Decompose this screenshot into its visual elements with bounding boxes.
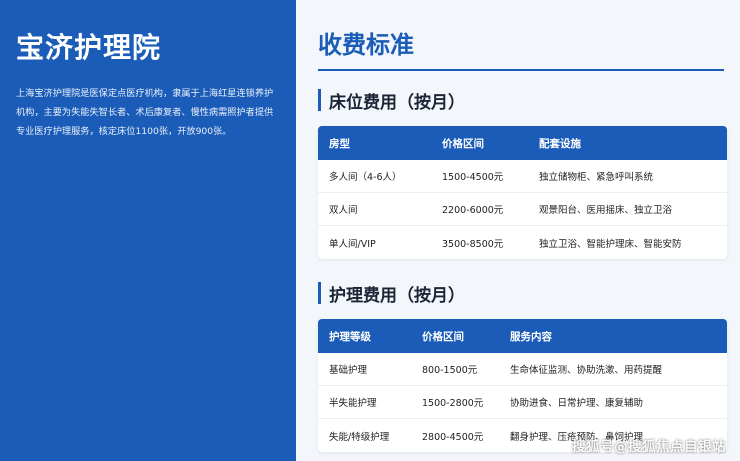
section-accent-bar — [318, 282, 321, 304]
table-cell: 独立储物柜、紧急呼叫系统 — [539, 172, 654, 183]
hospital-name: 宝济护理院 — [16, 31, 162, 64]
table-row: 半失能护理 1500-2800元 协助进食、日常护理、康复辅助 — [318, 386, 727, 419]
column-header: 价格区间 — [422, 330, 464, 343]
care-fee-heading: 护理费用（按月） — [318, 281, 727, 306]
table-cell: 多人间（4-6人） — [329, 172, 402, 183]
table-cell: 800-1500元 — [422, 365, 478, 376]
table-cell: 2200-6000元 — [442, 205, 504, 216]
table-header: 护理等级 价格区间 服务内容 — [318, 319, 727, 353]
bed-fee-title: 床位费用（按月） — [329, 92, 465, 113]
table-cell: 协助进食、日常护理、康复辅助 — [510, 398, 644, 409]
table-row: 多人间（4-6人） 1500-4500元 独立储物柜、紧急呼叫系统 — [318, 160, 727, 193]
column-header: 护理等级 — [329, 330, 371, 343]
table-cell: 2800-4500元 — [422, 431, 484, 443]
table-cell: 生命体征监测、协助洗漱、用药提醒 — [510, 365, 663, 376]
watermark: 搜狐号@搜狐焦点自银站 — [572, 439, 726, 455]
title-divider — [318, 69, 724, 71]
table-cell: 单人间/VIP — [329, 238, 376, 250]
page-title: 收费标准 — [318, 31, 414, 59]
section-accent-bar — [318, 89, 321, 111]
bed-fee-heading: 床位费用（按月） — [318, 88, 727, 113]
table-row: 基础护理 800-1500元 生命体征监测、协助洗漱、用药提醒 — [318, 353, 727, 386]
hospital-description: 上海宝济护理院是医保定点医疗机构，隶属于上海红星连锁养护机构，主要为失能失智长者… — [16, 88, 274, 137]
table-row: 双人间 2200-6000元 观景阳台、医用摇床、独立卫浴 — [318, 193, 727, 226]
table-cell: 双人间 — [329, 205, 358, 216]
table-cell: 半失能护理 — [329, 398, 377, 409]
main-content: 收费标准 床位费用（按月） 房型 价格区间 配套设施 多人间（4-6人） 150… — [296, 0, 740, 461]
table-cell: 3500-8500元 — [442, 238, 504, 250]
care-fee-table: 护理等级 价格区间 服务内容 基础护理 800-1500元 生命体征监测、协助洗… — [318, 319, 727, 452]
table-cell: 观景阳台、医用摇床、独立卫浴 — [539, 205, 673, 216]
table-cell: 1500-2800元 — [422, 398, 484, 409]
column-header: 配套设施 — [539, 137, 581, 150]
column-header: 服务内容 — [510, 330, 552, 343]
table-header: 房型 价格区间 配套设施 — [318, 126, 727, 160]
care-fee-title: 护理费用（按月） — [329, 285, 465, 306]
column-header: 房型 — [329, 137, 350, 150]
table-row: 单人间/VIP 3500-8500元 独立卫浴、智能护理床、智能安防 — [318, 226, 727, 259]
table-cell: 基础护理 — [329, 365, 368, 376]
table-cell: 独立卫浴、智能护理床、智能安防 — [539, 238, 682, 250]
sidebar: 宝济护理院 上海宝济护理院是医保定点医疗机构，隶属于上海红星连锁养护机构，主要为… — [0, 0, 296, 461]
table-cell: 失能/特级护理 — [329, 431, 390, 443]
column-header: 价格区间 — [442, 137, 484, 150]
table-cell: 1500-4500元 — [442, 172, 504, 183]
bed-fee-table: 房型 价格区间 配套设施 多人间（4-6人） 1500-4500元 独立储物柜、… — [318, 126, 727, 259]
